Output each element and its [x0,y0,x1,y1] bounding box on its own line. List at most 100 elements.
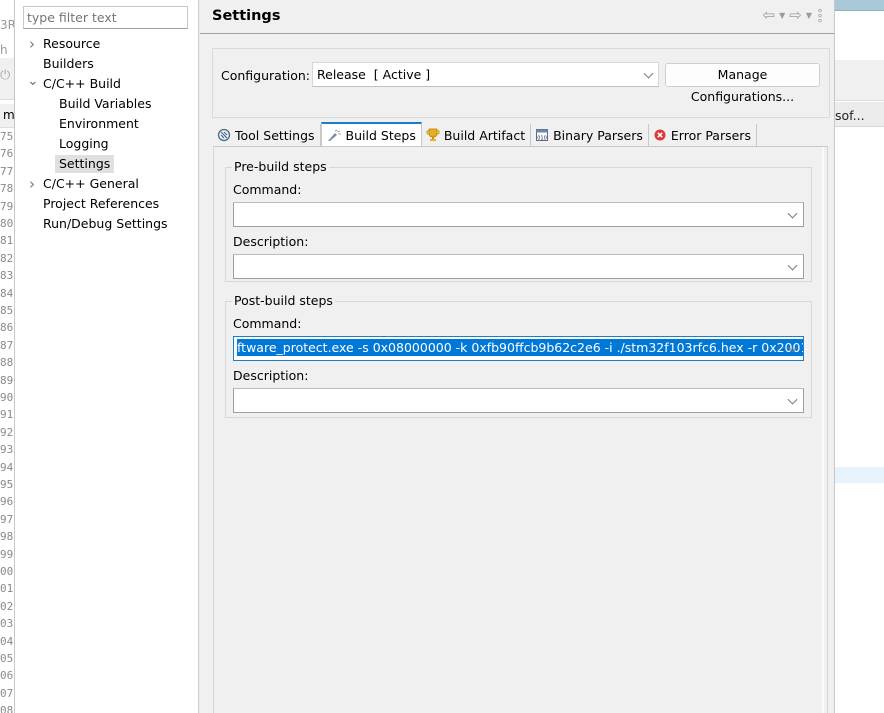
nav-item-run-debug-settings[interactable]: Run/Debug Settings [39,215,172,233]
pre-build-group: Pre-build steps Command: Description: [225,159,812,282]
post-build-description-input[interactable] [233,388,804,413]
pre-build-command-input[interactable] [233,202,804,227]
tab-label: Build Steps [345,127,416,143]
line-number: 77 [0,164,14,178]
tab-build-artifact[interactable]: Build Artifact [422,124,532,146]
post-build-group: Post-build steps Command: ftware_protect… [225,293,812,418]
back-dropdown-icon[interactable]: ▼ [779,11,785,20]
line-number: 80 [0,217,14,230]
line-number: 88 [0,356,14,370]
background-toolbar [835,60,884,101]
background-tabstrip: sof... [835,102,884,127]
line-number: 78 [0,182,14,196]
error-parsers-icon [654,129,666,141]
background-tab-text: sof... [835,108,865,123]
forward-dropdown-icon[interactable]: ▼ [806,11,812,20]
line-number: 96 [0,495,14,509]
chevron-down-icon [643,68,654,79]
configuration-value: Release [ Active ] [317,67,431,82]
build-steps-panel: Pre-build steps Command: Description: Po… [213,146,828,713]
line-number: 87 [0,338,14,352]
line-number: 79 [0,199,14,213]
nav-item-environment[interactable]: Environment [55,115,143,133]
background-editor-left: 3R h ⏻ m 75 76 77 78 79 80 81 82 83 84 85 86 87 88 89 9… [0,0,15,713]
line-number: 06 [0,669,14,683]
line-number: 76 [0,147,14,161]
nav-item-build-variables[interactable]: Build Variables [55,95,155,113]
nav-item-resource[interactable]: Resource [39,35,104,53]
chevron-down-icon[interactable] [787,260,798,271]
line-number: 86 [0,321,14,335]
build-artifact-icon [426,128,440,141]
filter-input[interactable] [23,6,188,29]
tab-label: Error Parsers [670,127,751,143]
post-build-description-label: Description: [233,368,309,383]
line-number: 83 [0,269,14,283]
line-number: 01 [0,582,14,596]
background-highlight-row [835,467,884,483]
chevron-down-icon[interactable] [787,208,798,219]
chevron-right-icon[interactable]: › [27,35,37,53]
line-number: 02 [0,599,14,613]
background-text: h [0,43,8,57]
forward-arrow-icon[interactable]: ⇨ [789,6,802,24]
panel-edge [822,147,824,713]
view-menu-icon[interactable]: ∘ ∘ ∘ [816,5,824,26]
line-number: 98 [0,530,14,544]
svg-text:010: 010 [537,136,547,142]
tab-error-parsers[interactable]: Error Parsers [649,124,757,146]
background-tab-text: m [3,108,15,122]
nav-item-builders[interactable]: Builders [39,55,98,73]
tab-bar: Tool Settings Build Steps Build Artifact [213,122,757,146]
nav-item-settings[interactable]: Settings [55,155,115,173]
background-toolbar: ⏻ [0,58,15,100]
line-number: 89 [0,373,14,387]
nav-item-c-c-build[interactable]: C/C++ Build [39,75,125,93]
chevron-down-icon[interactable] [787,394,798,405]
pre-build-title: Pre-build steps [232,159,329,174]
nav-panel: ›ResourceBuilders⌄C/C++ BuildBuild Varia… [15,0,199,713]
tab-build-steps[interactable]: Build Steps [320,122,422,146]
background-editor-right: sof... [834,0,884,713]
back-arrow-icon[interactable]: ⇦ [763,6,776,24]
line-number: 92 [0,425,14,439]
configuration-box: Configuration: Release [ Active ] Manage… [212,48,830,118]
configuration-select[interactable]: Release [ Active ] [312,62,659,87]
chevron-right-icon[interactable]: › [27,175,37,193]
line-number: 91 [0,408,14,422]
line-number: 07 [0,686,14,700]
configuration-label: Configuration: [221,68,310,83]
line-number: 03 [0,617,14,631]
tab-tool-settings[interactable]: Tool Settings [213,124,321,146]
tool-settings-icon [217,128,231,142]
line-number: 75 [0,130,14,143]
line-number: 81 [0,234,14,248]
nav-item-project-references[interactable]: Project References [39,195,163,213]
line-number: 90 [0,391,14,404]
line-number: 08 [0,704,14,713]
tab-binary-parsers[interactable]: 010 Binary Parsers [531,124,649,146]
tab-label: Build Artifact [443,127,526,143]
line-number: 00 [0,565,14,578]
post-build-command-input[interactable]: ftware_protect.exe -s 0x08000000 -k 0xfb… [233,336,804,361]
header-separator [200,33,834,34]
nav-item-c-c-general[interactable]: C/C++ General [39,175,143,193]
post-build-title: Post-build steps [232,293,335,308]
line-number: 84 [0,286,14,300]
tab-label: Tool Settings [235,127,315,143]
settings-page: Settings ⇦ ▼ ⇨ ▼ ∘ ∘ ∘ Configuration: Rele… [200,0,834,713]
line-number: 05 [0,652,14,665]
tab-label: Binary Parsers [553,127,643,143]
manage-configurations-button[interactable]: Manage Configurations... [665,63,820,104]
line-number: 93 [0,443,14,457]
binary-parsers-icon: 010 [536,129,549,142]
line-number: 99 [0,547,14,561]
line-number: 95 [0,478,14,491]
background-text: 3R [0,18,15,32]
pre-build-description-label: Description: [233,234,309,249]
nav-item-logging[interactable]: Logging [55,135,113,153]
background-tool-icon: ⏻ [0,68,11,83]
chevron-down-icon[interactable]: ⌄ [27,74,39,93]
pre-build-description-input[interactable] [233,254,804,279]
line-number: 94 [0,460,14,474]
